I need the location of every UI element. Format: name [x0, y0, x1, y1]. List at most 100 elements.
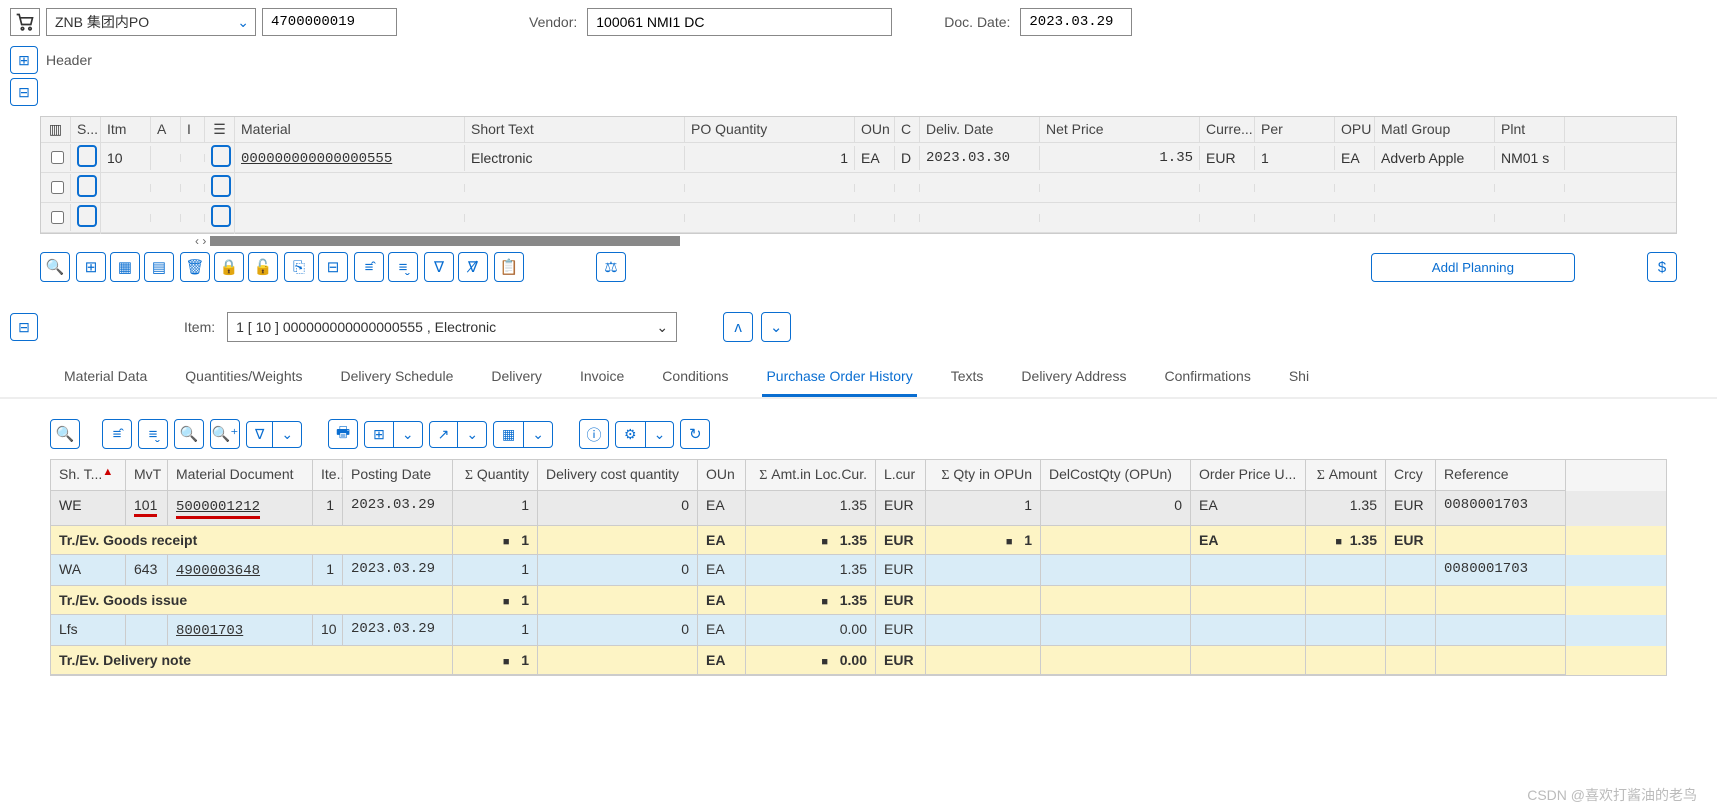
filter-icon[interactable]: ∇ [424, 252, 454, 282]
tab-delivery-address[interactable]: Delivery Address [1017, 358, 1130, 397]
tab-conditions[interactable]: Conditions [658, 358, 732, 397]
export-combo[interactable]: ⊞⌄ [364, 421, 422, 448]
tab-confirmations[interactable]: Confirmations [1160, 358, 1254, 397]
tab-delivery[interactable]: Delivery [487, 358, 546, 397]
grid-row-empty[interactable] [41, 203, 1676, 233]
hcol-opu[interactable]: Order Price U... [1191, 460, 1306, 491]
col-mg[interactable]: Matl Group [1375, 117, 1495, 142]
col-i[interactable]: I [181, 117, 205, 142]
col-c[interactable]: C [895, 117, 920, 142]
layout2-icon[interactable]: ▦ [110, 252, 140, 282]
sort-asc-icon[interactable]: ≡̂ [102, 419, 132, 449]
header-toggle-label[interactable]: Header [46, 52, 92, 68]
grid-row[interactable]: 10 000000000000000555 Electronic 1 EA D … [41, 143, 1676, 173]
addl-planning-button[interactable]: Addl Planning [1371, 253, 1575, 282]
po-type-dropdown[interactable]: ZNB 集团内PO ⌄ [46, 8, 256, 36]
col-short[interactable]: Short Text [465, 117, 685, 142]
tab-purchase-order-history[interactable]: Purchase Order History [762, 358, 916, 397]
mat-box[interactable] [211, 175, 231, 197]
hcol-ite[interactable]: Ite... [313, 460, 343, 491]
nav-up-icon[interactable]: ʌ [723, 312, 753, 342]
filter-off-icon[interactable]: ∇̸ [458, 252, 488, 282]
material-link[interactable]: 000000000000000555 [241, 151, 392, 167]
row-checkbox[interactable] [51, 211, 64, 224]
find-icon[interactable]: 🔍 [174, 419, 204, 449]
hcol-dco[interactable]: DelCostQty (OPUn) [1041, 460, 1191, 491]
history-data-row[interactable]: WE101500000121212023.03.2910EA1.35EUR10E… [51, 491, 1666, 526]
sort-desc-icon[interactable]: ≡̬ [138, 419, 168, 449]
hcol-pd[interactable]: Posting Date [343, 460, 453, 491]
col-a[interactable]: A [151, 117, 181, 142]
collapse-item-icon[interactable]: ⊟ [10, 313, 38, 341]
col-s[interactable]: S... [71, 117, 101, 142]
tab-delivery-schedule[interactable]: Delivery Schedule [337, 358, 458, 397]
hcol-qty[interactable]: Σ Quantity [453, 460, 538, 491]
tab-quantities-weights[interactable]: Quantities/Weights [181, 358, 306, 397]
tab-invoice[interactable]: Invoice [576, 358, 628, 397]
layout3-icon[interactable]: ▤ [144, 252, 174, 282]
detail-icon[interactable]: 🔍 [50, 419, 80, 449]
copy-icon[interactable]: ⎘ [284, 252, 314, 282]
refresh-icon[interactable]: ↻ [680, 419, 710, 449]
col-itm[interactable]: Itm [101, 117, 151, 142]
col-per[interactable]: Per [1255, 117, 1335, 142]
tab-shi[interactable]: Shi [1285, 358, 1313, 397]
print-icon[interactable]: 🖶 [328, 419, 358, 449]
tab-material-data[interactable]: Material Data [60, 358, 151, 397]
hcol-lcur[interactable]: L.cur [876, 460, 926, 491]
hcol-alc[interactable]: Σ Amt.in Loc.Cur. [746, 460, 876, 491]
h-scrollbar[interactable]: ‹ › [40, 234, 1677, 248]
vendor-input[interactable] [587, 8, 892, 36]
row-checkbox[interactable] [51, 181, 64, 194]
col-opu[interactable]: OPU [1335, 117, 1375, 142]
cost-icon[interactable]: $ [1647, 252, 1677, 282]
sort-desc-icon[interactable]: ≡̬ [388, 252, 418, 282]
hcol-ref[interactable]: Reference [1436, 460, 1566, 491]
mat-box[interactable] [211, 205, 231, 227]
history-data-row[interactable]: Lfs80001703102023.03.2910EA0.00EUR [51, 615, 1666, 646]
hcol-oun[interactable]: OUn [698, 460, 746, 491]
col-material[interactable]: Material [235, 117, 465, 142]
lock-icon[interactable]: 🔒 [214, 252, 244, 282]
col-plnt[interactable]: Plnt [1495, 117, 1565, 142]
col-poq[interactable]: PO Quantity [685, 117, 855, 142]
col-curr[interactable]: Curre... [1200, 117, 1255, 142]
hcol-mvt[interactable]: MvT [126, 460, 168, 491]
sort-asc-icon[interactable]: ≡̂ [354, 252, 384, 282]
find-next-icon[interactable]: 🔍⁺ [210, 419, 240, 449]
grid-icon[interactable]: ⊟ [318, 252, 348, 282]
history-data-row[interactable]: WA643490000364812023.03.2910EA1.35EUR008… [51, 555, 1666, 586]
status-box[interactable] [77, 145, 97, 167]
col-mat-icon[interactable]: ☰ [205, 117, 235, 142]
balance-icon[interactable]: ⚖ [596, 252, 626, 282]
status-box[interactable] [77, 205, 97, 227]
hcol-qop[interactable]: Σ Qty in OPUn [926, 460, 1041, 491]
hcol-dcq[interactable]: Delivery cost quantity [538, 460, 698, 491]
unlock-icon[interactable]: 🔓 [248, 252, 278, 282]
collapse-icon[interactable]: ⊟ [10, 78, 38, 106]
po-number-input[interactable] [262, 8, 397, 36]
expand-header-icon[interactable]: ⊞ [10, 46, 38, 74]
status-box[interactable] [77, 175, 97, 197]
col-np[interactable]: Net Price [1040, 117, 1200, 142]
settings-combo[interactable]: ⚙⌄ [615, 421, 674, 448]
col-config-icon[interactable]: ▥ [41, 117, 71, 142]
detail-icon[interactable]: 🔍 [40, 252, 70, 282]
excel-combo[interactable]: ↗⌄ [429, 421, 487, 448]
layout-combo[interactable]: ▦⌄ [493, 421, 553, 448]
doc-date-input[interactable] [1020, 8, 1132, 36]
hcol-sh[interactable]: Sh. T...▲ [51, 460, 126, 491]
nav-down-icon[interactable]: ⌄ [761, 312, 791, 342]
tab-texts[interactable]: Texts [947, 358, 988, 397]
hcol-crcy[interactable]: Crcy [1386, 460, 1436, 491]
grid-row-empty[interactable] [41, 173, 1676, 203]
trash-icon[interactable]: 🗑 [180, 252, 210, 282]
hcol-amt[interactable]: Σ Amount [1306, 460, 1386, 491]
info-icon[interactable]: ⓘ [579, 419, 609, 449]
filter-combo[interactable]: ∇⌄ [246, 421, 302, 448]
col-oun[interactable]: OUn [855, 117, 895, 142]
col-dd[interactable]: Deliv. Date [920, 117, 1040, 142]
mat-box[interactable] [211, 145, 231, 167]
hcol-mdoc[interactable]: Material Document [168, 460, 313, 491]
clipboard-icon[interactable]: 📋 [494, 252, 524, 282]
